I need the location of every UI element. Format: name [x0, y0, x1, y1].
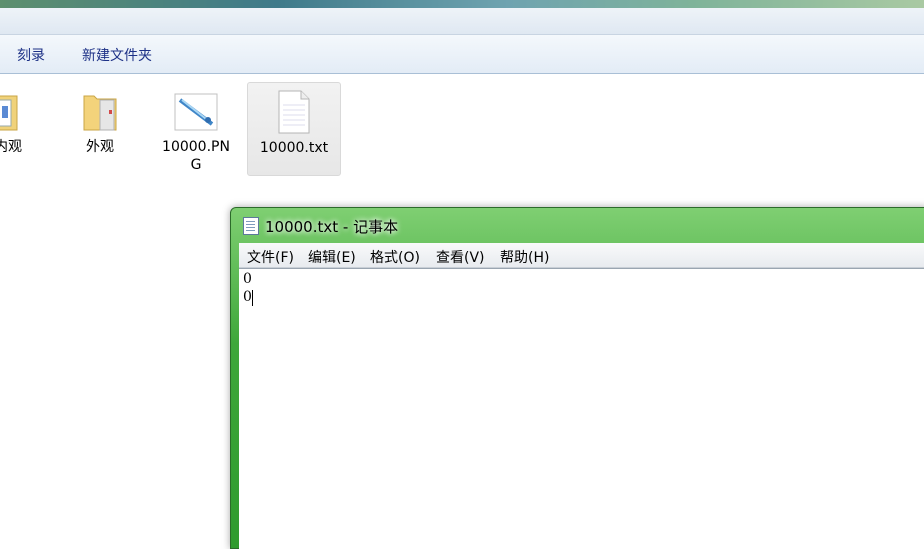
menu-file[interactable]: 文件(F) [247, 247, 294, 267]
image-file-icon [174, 93, 218, 131]
text-file-icon [278, 90, 310, 134]
menu-bar: 文件(F) 编辑(E) 格式(O) 查看(V) 帮助(H) [239, 243, 924, 268]
file-item-folder-1[interactable]: 本内观 [0, 82, 47, 174]
text-editor-area[interactable]: 0 0 [239, 268, 924, 549]
text-caret [252, 290, 253, 306]
menu-view[interactable]: 查看(V) [436, 247, 485, 267]
file-item-folder-2[interactable]: 外观 [54, 82, 146, 174]
menu-help[interactable]: 帮助(H) [500, 247, 549, 267]
text-line: 0 [243, 271, 252, 287]
file-label: 10000.PN G [162, 139, 230, 173]
file-label: 本内观 [0, 139, 22, 155]
folder-with-images-icon [0, 95, 18, 131]
file-label: 外观 [86, 139, 114, 155]
file-item-txt[interactable]: 10000.txt [247, 82, 341, 176]
file-label: 10000.txt [259, 140, 329, 156]
text-line: 0 [243, 289, 252, 305]
folder-icon [83, 95, 117, 131]
menu-edit[interactable]: 编辑(E) [308, 247, 356, 267]
new-folder-button[interactable]: 新建文件夹 [82, 45, 152, 65]
menu-format[interactable]: 格式(O) [370, 247, 420, 267]
file-item-png[interactable]: 10000.PN G [150, 82, 242, 174]
notepad-title-bar[interactable]: 10000.txt - 记事本 [231, 208, 924, 242]
address-bar-area [0, 8, 924, 35]
notepad-window: 10000.txt - 记事本 文件(F) 编辑(E) 格式(O) 查看(V) … [230, 207, 924, 549]
burn-button[interactable]: 刻录 [17, 45, 45, 65]
notepad-icon [243, 217, 259, 235]
explorer-toolbar: 刻录 新建文件夹 [0, 35, 924, 74]
window-title: 10000.txt - 记事本 [265, 218, 399, 236]
desktop-top-strip [0, 0, 924, 8]
